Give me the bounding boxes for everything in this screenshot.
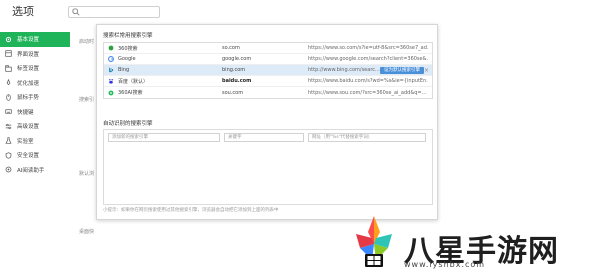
sidebar-item-gestures[interactable]: 鼠标手势 xyxy=(0,90,70,105)
sidebar-item-basic[interactable]: 基本设置 xyxy=(0,32,70,47)
section-label-default-browser: 默认浏 xyxy=(79,171,95,177)
engine-keyword: so.com xyxy=(222,45,240,51)
engine-keyword: baidu.com xyxy=(222,78,252,84)
table-row[interactable]: 百度（默认） baidu.com https://www.baidu.com/s… xyxy=(104,76,432,87)
sidebar-item-shortcuts[interactable]: 快捷键 xyxy=(0,105,70,120)
auto-engines-title: 自动识别的搜索引擎 xyxy=(103,121,153,127)
common-engines-title: 搜索栏常用搜索引擎 xyxy=(103,33,153,39)
sidebar-item-label: 标签设置 xyxy=(17,66,40,73)
engine-url: https://www.so.com/s?ie=utf-8&src=360se7… xyxy=(308,45,428,51)
engine-name: 360AI搜索 xyxy=(118,90,143,96)
sidebar-item-interface[interactable]: 界面设置 xyxy=(0,47,70,62)
engine-keyword: bing.com xyxy=(222,67,246,73)
sidebar-item-security[interactable]: 安全设置 xyxy=(0,148,70,163)
table-row[interactable]: Bing bing.com http://www.bing.com/searc.… xyxy=(104,65,432,76)
layout-icon xyxy=(5,50,12,57)
sidebar: 基本设置 界面设置 标签设置 优化加速 鼠标手势 快捷键 高级设置 实验室 安全… xyxy=(0,32,70,274)
sidebar-item-label: 优化加速 xyxy=(17,80,40,87)
watermark-url: www.lyshbx.com xyxy=(404,260,486,269)
gear-icon xyxy=(5,36,12,42)
engine-url: https://www.google.com/search?client=360… xyxy=(308,56,428,62)
ai-search-icon xyxy=(108,90,114,95)
table-row[interactable]: Google google.com https://www.google.com… xyxy=(104,54,432,65)
sidebar-item-speedup[interactable]: 优化加速 xyxy=(0,76,70,91)
new-engine-keyword-field[interactable]: 关键字 xyxy=(224,133,304,142)
sidebar-item-label: 安全设置 xyxy=(17,153,40,160)
sidebar-item-advanced[interactable]: 高级设置 xyxy=(0,119,70,134)
new-engine-name-field[interactable]: 添加新的搜索引擎 xyxy=(108,133,220,142)
sidebar-item-label: 实验室 xyxy=(17,138,34,145)
tab-icon xyxy=(5,65,12,72)
set-default-button[interactable]: 设为默认搜索引擎 xyxy=(380,67,424,74)
sidebar-item-ai-reader[interactable]: AI阅读助手 xyxy=(0,163,70,178)
section-label-search: 搜索引 xyxy=(79,97,95,103)
so-icon xyxy=(108,45,114,51)
mouse-icon xyxy=(6,94,11,101)
new-engine-url-field[interactable]: 网址（用"%s"代替搜索字词） xyxy=(308,133,426,142)
ai-icon xyxy=(5,166,12,173)
engine-url: https://www.baidu.com/s?wd=%s&ie={inputE… xyxy=(308,78,428,84)
auto-engine-list: 添加新的搜索引擎 关键字 网址（用"%s"代替搜索字词） xyxy=(103,129,433,205)
search-box[interactable] xyxy=(68,6,160,18)
table-row[interactable]: 360AI搜索 sou.com https://www.sou.com/?src… xyxy=(104,87,432,98)
sidebar-item-label: 高级设置 xyxy=(17,124,40,131)
search-input[interactable] xyxy=(82,7,158,17)
tip-text: 小提示：如果你在网页搜索使用过其他搜索引擎，浏览器会自动把它添加到上面的列表中 xyxy=(103,208,279,213)
section-label-desktop: 桌面快 xyxy=(79,229,95,235)
sidebar-item-lab[interactable]: 实验室 xyxy=(0,134,70,149)
rocket-icon xyxy=(6,79,11,86)
bing-icon xyxy=(109,67,114,73)
sidebar-item-label: 基本设置 xyxy=(17,37,40,44)
engine-table: 360搜索 so.com https://www.so.com/s?ie=utf… xyxy=(103,42,433,99)
engine-name: Google xyxy=(118,56,136,62)
watermark-logo xyxy=(356,216,392,267)
keyboard-icon xyxy=(5,109,12,114)
flask-icon xyxy=(5,137,12,144)
engine-name: 360搜索 xyxy=(118,45,138,52)
page-title: 选项 xyxy=(12,5,34,18)
search-engine-dialog: 搜索栏常用搜索引擎 360搜索 so.com https://www.so.co… xyxy=(96,24,438,220)
sidebar-item-label: 鼠标手势 xyxy=(17,95,40,102)
table-row[interactable]: 360搜索 so.com https://www.so.com/s?ie=utf… xyxy=(104,43,432,54)
shield-icon xyxy=(5,152,12,159)
baidu-icon xyxy=(109,79,113,84)
sidebar-item-label: 界面设置 xyxy=(17,51,40,58)
sidebar-item-tabs[interactable]: 标签设置 xyxy=(0,61,70,76)
search-icon xyxy=(72,8,80,16)
options-window: 选项 基本设置 界面设置 标签设置 优化加速 鼠标手势 快捷键 高级设置 实验室… xyxy=(0,0,600,274)
sidebar-item-label: AI阅读助手 xyxy=(17,167,45,174)
sidebar-item-label: 快捷键 xyxy=(17,109,34,116)
engine-name: Bing xyxy=(118,67,130,73)
engine-url: https://www.sou.com/?src=360se_ai_add&q=… xyxy=(308,89,427,96)
google-icon xyxy=(108,56,114,62)
delete-engine-button[interactable]: × xyxy=(424,66,429,75)
engine-name: 百度（默认） xyxy=(118,78,149,85)
header: 选项 xyxy=(0,0,600,24)
engine-keyword: sou.com xyxy=(222,89,244,96)
section-label-startup: 启动时 xyxy=(79,39,95,45)
engine-keyword: google.com xyxy=(222,56,252,62)
sliders-icon xyxy=(5,123,12,129)
